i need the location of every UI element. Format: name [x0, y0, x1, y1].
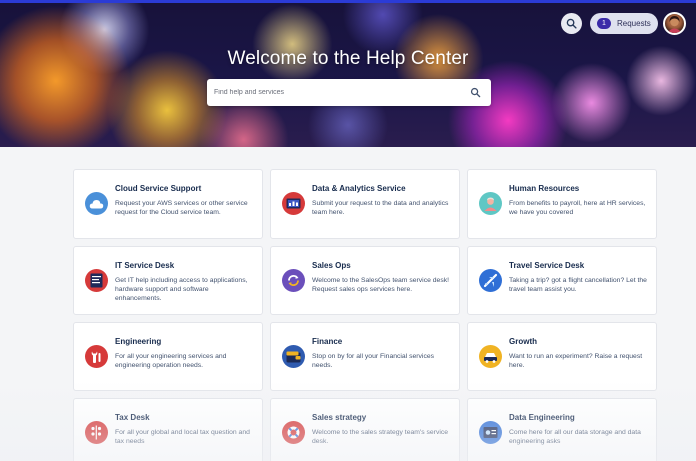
header-search-button[interactable] [561, 13, 582, 34]
avatar-photo [667, 16, 682, 33]
card-title: Travel Service Desk [509, 261, 585, 270]
card-travel-service-desk[interactable]: Travel Service Desk Taking a trip? got a… [467, 246, 657, 315]
hero-banner: Welcome to the Help Center 1 Requests [0, 0, 696, 147]
card-description: Taking a trip? got a flight cancellation… [509, 277, 647, 293]
card-title: Finance [312, 337, 343, 346]
search-icon [566, 18, 577, 29]
card-description: Request your AWS services or other servi… [115, 200, 248, 216]
requests-label: Requests [617, 19, 651, 28]
user-avatar[interactable] [663, 12, 686, 35]
card-description: Get IT help including access to applicat… [115, 277, 248, 302]
card-description: From benefits to payroll, here at HR ser… [509, 200, 646, 216]
wallet-icon [282, 345, 305, 368]
analytics-icon [282, 192, 305, 215]
card-tax-desk[interactable]: Tax Desk For all your global and local t… [73, 398, 263, 461]
lifebuoy-icon [282, 421, 305, 444]
card-title: Growth [509, 337, 537, 346]
card-title: IT Service Desk [115, 261, 175, 270]
top-accent-bar [0, 0, 696, 3]
search-input[interactable] [207, 79, 457, 106]
card-description: For all your global and local tax questi… [115, 429, 250, 445]
help-search-box[interactable] [207, 79, 491, 106]
card-human-resources[interactable]: Human Resources From benefits to payroll… [467, 169, 657, 239]
card-cloud-service-support[interactable]: Cloud Service Support Request your AWS s… [73, 169, 263, 239]
card-description: Stop on by for all your Financial servic… [312, 353, 435, 369]
search-icon[interactable] [470, 87, 481, 98]
cloud-icon [85, 192, 108, 215]
airplane-icon [479, 269, 502, 292]
card-title: Data Engineering [509, 413, 575, 422]
card-sales-ops[interactable]: Sales Ops Welcome to the SalesOps team s… [270, 246, 460, 315]
page-title: Welcome to the Help Center [227, 48, 469, 69]
card-it-service-desk[interactable]: IT Service Desk Get IT help including ac… [73, 246, 263, 315]
card-title: Cloud Service Support [115, 184, 202, 193]
calculator-icon [85, 421, 108, 444]
requests-count-badge: 1 [597, 18, 611, 29]
document-icon [85, 269, 108, 292]
card-description: Welcome to the sales strategy team's ser… [312, 429, 449, 445]
car-icon [479, 345, 502, 368]
card-description: Submit your request to the data and anal… [312, 200, 449, 216]
requests-button[interactable]: 1 Requests [590, 13, 658, 34]
card-title: Data & Analytics Service [312, 184, 406, 193]
card-description: Want to run an experiment? Raise a reque… [509, 353, 643, 369]
card-description: For all your engineering services and en… [115, 353, 227, 369]
card-title: Human Resources [509, 184, 580, 193]
card-title: Sales strategy [312, 413, 367, 422]
refresh-icon [282, 269, 305, 292]
card-growth[interactable]: Growth Want to run an experiment? Raise … [467, 322, 657, 391]
database-icon [479, 421, 502, 444]
card-title: Tax Desk [115, 413, 150, 422]
card-finance[interactable]: Finance Stop on by for all your Financia… [270, 322, 460, 391]
card-description: Welcome to the SalesOps team service des… [312, 277, 450, 293]
person-icon [479, 192, 502, 215]
card-data-analytics-service[interactable]: Data & Analytics Service Submit your req… [270, 169, 460, 239]
wrench-icon [85, 345, 108, 368]
card-title: Engineering [115, 337, 162, 346]
card-title: Sales Ops [312, 261, 351, 270]
card-engineering[interactable]: Engineering For all your engineering ser… [73, 322, 263, 391]
card-sales-strategy[interactable]: Sales strategy Welcome to the sales stra… [270, 398, 460, 461]
card-data-engineering[interactable]: Data Engineering Come here for all our d… [467, 398, 657, 461]
card-description: Come here for all our data storage and d… [509, 429, 641, 445]
